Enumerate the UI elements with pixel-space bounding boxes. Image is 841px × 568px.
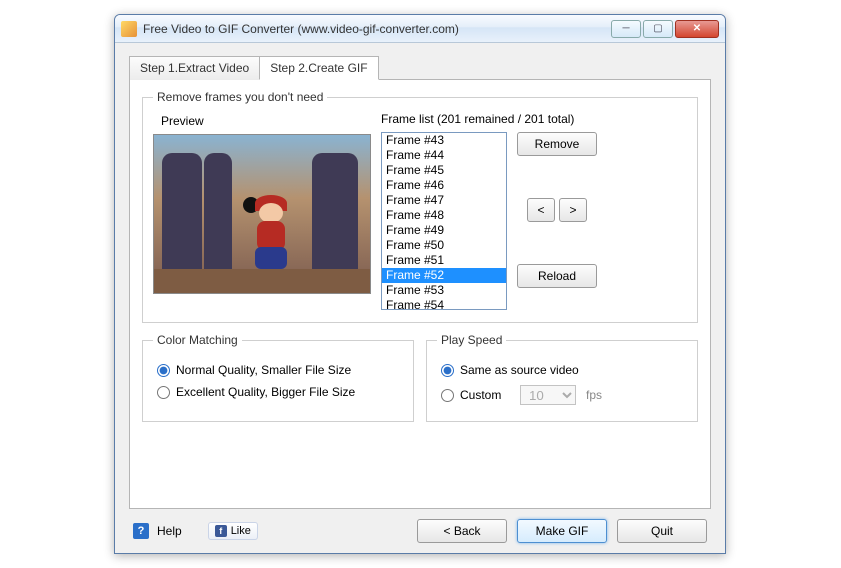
list-item[interactable]: Frame #46 [382, 178, 506, 193]
list-item[interactable]: Frame #48 [382, 208, 506, 223]
fps-select[interactable]: 10 [520, 385, 576, 405]
radio-custom-label: Custom [460, 388, 501, 402]
fps-unit: fps [586, 388, 602, 402]
color-matching-group: Color Matching Normal Quality, Smaller F… [142, 333, 414, 422]
list-item[interactable]: Frame #47 [382, 193, 506, 208]
next-frame-button[interactable]: > [559, 198, 587, 222]
titlebar[interactable]: Free Video to GIF Converter (www.video-g… [115, 15, 725, 43]
list-item[interactable]: Frame #54 [382, 298, 506, 310]
remove-button[interactable]: Remove [517, 132, 597, 156]
help-icon[interactable]: ? [133, 523, 149, 539]
color-legend: Color Matching [153, 333, 242, 347]
frames-group: Remove frames you don't need Preview Fra… [142, 90, 698, 323]
back-button[interactable]: < Back [417, 519, 507, 543]
like-label: Like [231, 525, 251, 537]
list-item[interactable]: Frame #49 [382, 223, 506, 238]
window-controls: ─ ▢ ✕ [609, 20, 719, 38]
facebook-icon: f [215, 525, 227, 537]
preview-label: Preview [161, 114, 371, 128]
tabstrip: Step 1.Extract Video Step 2.Create GIF [129, 56, 711, 80]
list-item[interactable]: Frame #45 [382, 163, 506, 178]
app-window: Free Video to GIF Converter (www.video-g… [114, 14, 726, 554]
radio-custom-input[interactable] [441, 389, 454, 402]
maximize-button[interactable]: ▢ [643, 20, 673, 38]
tab-step2[interactable]: Step 2.Create GIF [259, 56, 378, 80]
list-item[interactable]: Frame #44 [382, 148, 506, 163]
play-speed-group: Play Speed Same as source video Custom 1… [426, 333, 698, 422]
list-item[interactable]: Frame #51 [382, 253, 506, 268]
list-item[interactable]: Frame #50 [382, 238, 506, 253]
radio-excellent-label: Excellent Quality, Bigger File Size [176, 385, 355, 399]
radio-same-input[interactable] [441, 364, 454, 377]
framelist-label: Frame list (201 remained / 201 total) [381, 112, 687, 126]
radio-same-label: Same as source video [460, 363, 579, 377]
reload-button[interactable]: Reload [517, 264, 597, 288]
quit-button[interactable]: Quit [617, 519, 707, 543]
footer: ? Help f Like < Back Make GIF Quit [129, 509, 711, 543]
preview-image [153, 134, 371, 294]
client-area: Step 1.Extract Video Step 2.Create GIF R… [115, 43, 725, 553]
tab-pane: Remove frames you don't need Preview Fra… [129, 79, 711, 509]
window-title: Free Video to GIF Converter (www.video-g… [143, 22, 609, 36]
radio-speed-same[interactable]: Same as source video [441, 363, 687, 377]
help-label[interactable]: Help [157, 524, 182, 538]
speed-legend: Play Speed [437, 333, 506, 347]
make-gif-button[interactable]: Make GIF [517, 519, 607, 543]
radio-normal-input[interactable] [157, 364, 170, 377]
like-button[interactable]: f Like [208, 522, 258, 540]
frame-listbox[interactable]: Frame #43Frame #44Frame #45Frame #46Fram… [381, 132, 507, 310]
radio-normal-quality[interactable]: Normal Quality, Smaller File Size [157, 363, 403, 377]
list-item[interactable]: Frame #53 [382, 283, 506, 298]
list-item[interactable]: Frame #52 [382, 268, 506, 283]
radio-excellent-input[interactable] [157, 386, 170, 399]
minimize-button[interactable]: ─ [611, 20, 641, 38]
radio-excellent-quality[interactable]: Excellent Quality, Bigger File Size [157, 385, 403, 399]
close-button[interactable]: ✕ [675, 20, 719, 38]
radio-normal-label: Normal Quality, Smaller File Size [176, 363, 351, 377]
prev-frame-button[interactable]: < [527, 198, 555, 222]
app-icon [121, 21, 137, 37]
list-item[interactable]: Frame #43 [382, 133, 506, 148]
radio-speed-custom[interactable]: Custom 10 fps [441, 385, 687, 405]
frames-legend: Remove frames you don't need [153, 90, 327, 104]
tab-step1[interactable]: Step 1.Extract Video [129, 56, 260, 80]
